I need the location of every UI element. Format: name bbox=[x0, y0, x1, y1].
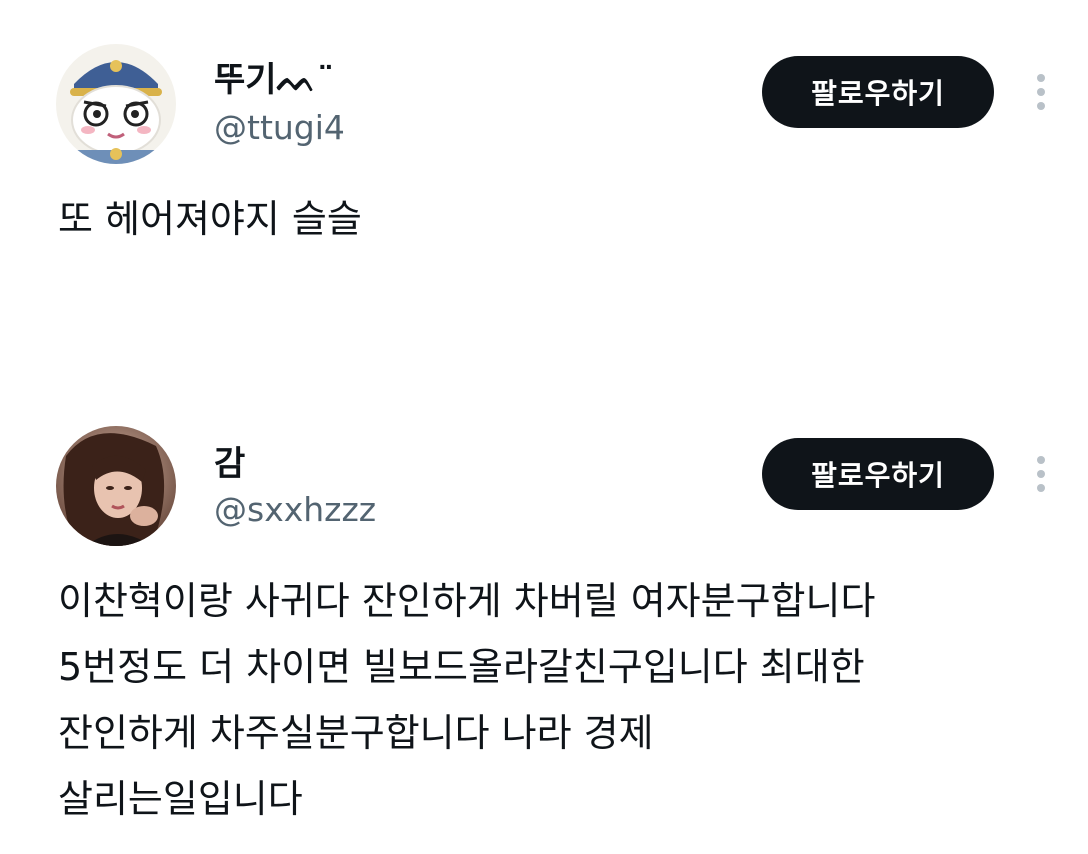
avatar[interactable] bbox=[56, 426, 176, 546]
follow-button[interactable]: 팔로우하기 bbox=[762, 56, 994, 128]
tweet-card: 감 @sxxhzzz 팔로우하기 이찬혁이랑 사귀다 잔인하게 차버릴 여자분구… bbox=[0, 400, 1088, 854]
follow-button[interactable]: 팔로우하기 bbox=[762, 438, 994, 510]
avatar-photo-image bbox=[56, 426, 176, 546]
avatar[interactable] bbox=[56, 44, 176, 164]
user-handle[interactable]: @ttugi4 bbox=[214, 108, 345, 147]
tweet-card: 뚜기ᨓ¨ @ttugi4 팔로우하기 또 헤어져야지 슬슬 bbox=[0, 0, 1088, 400]
tweet-text: 또 헤어져야지 슬슬 bbox=[58, 197, 362, 241]
avatar-cartoon-image bbox=[56, 44, 176, 164]
display-name[interactable]: 감 bbox=[214, 436, 245, 485]
more-vertical-icon[interactable] bbox=[1026, 70, 1056, 114]
more-vertical-icon[interactable] bbox=[1026, 452, 1056, 496]
user-handle[interactable]: @sxxhzzz bbox=[214, 490, 376, 529]
display-name[interactable]: 뚜기ᨓ¨ bbox=[214, 52, 334, 101]
tweet-text: 이찬혁이랑 사귀다 잔인하게 차버릴 여자분구합니다 5번정도 더 차이면 빌보… bbox=[58, 579, 876, 821]
